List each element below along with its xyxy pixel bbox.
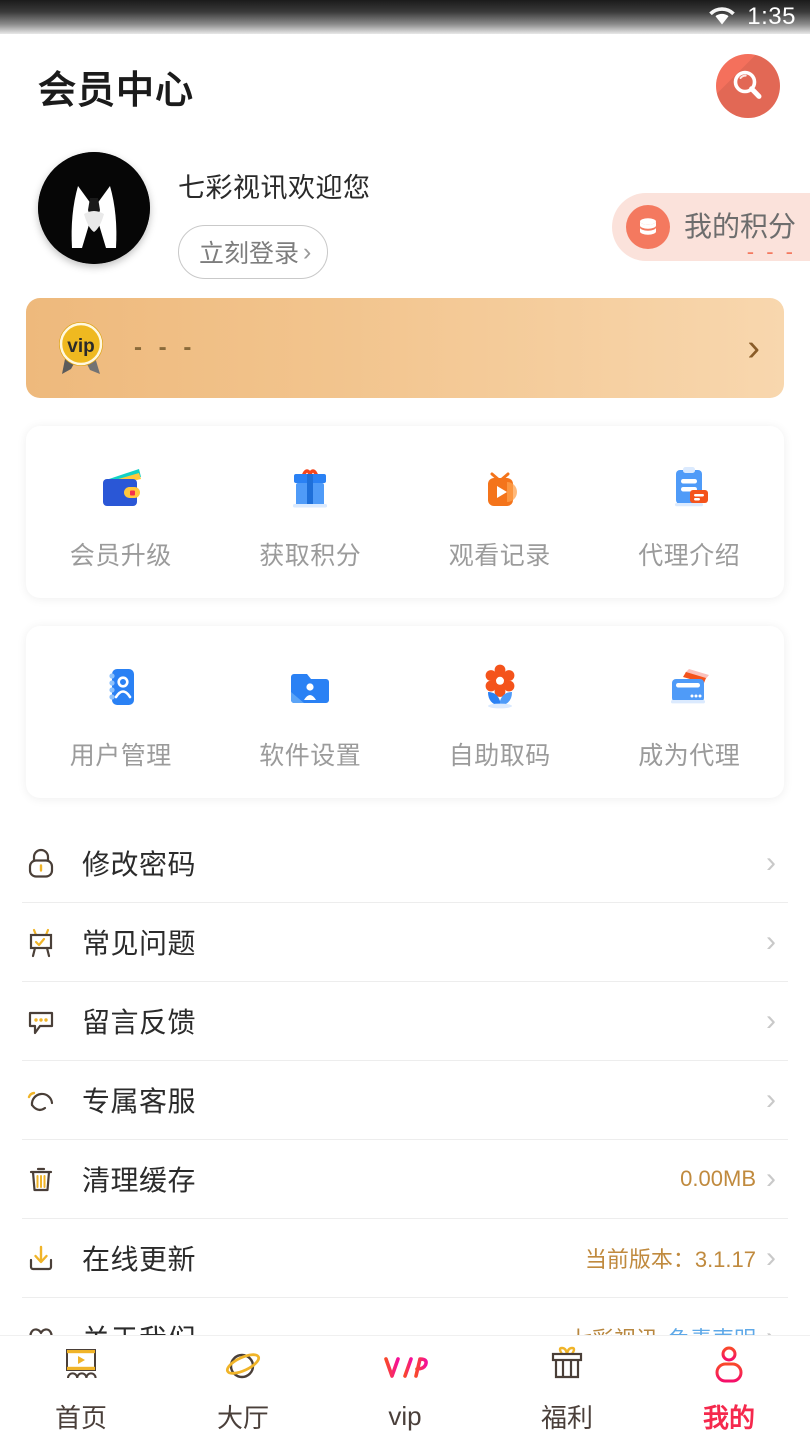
vip-medal-icon: vip [52, 316, 110, 380]
planet-icon [217, 1342, 269, 1390]
list-item-customer-service[interactable]: 专属客服 › [22, 1061, 788, 1140]
list-item-right: 0.00MB › [680, 1164, 788, 1194]
status-bar-time: 1:35 [747, 3, 796, 30]
version-value: 当前版本：3.1.17 [584, 1247, 756, 1272]
headset-icon [22, 1081, 60, 1119]
list-item-label: 在线更新 [82, 1244, 197, 1275]
chevron-right-icon: › [766, 1004, 776, 1037]
list-item-label: 专属客服 [82, 1086, 197, 1117]
nav-item-mine[interactable]: 我的 [648, 1342, 810, 1435]
grid-item-label: 自助取码 [448, 742, 551, 770]
wallet-icon [93, 458, 149, 514]
grid-item-watch-history[interactable]: 观看记录 [405, 458, 595, 572]
member-center-screen: 1:35 会员中心 七彩视讯欢迎您 立刻登录 › 我的积分 - - - vip … [0, 0, 810, 1440]
trash-icon [22, 1160, 60, 1198]
chevron-right-icon: › [303, 237, 312, 266]
list-item-label: 清理缓存 [82, 1165, 197, 1196]
chevron-right-icon: › [766, 1241, 776, 1274]
points-text-group: 我的积分 - - - [683, 211, 796, 265]
bottom-navigation: 首页 大厅 vip 福利 我的 [0, 1335, 810, 1440]
grid-item-label: 代理介绍 [638, 542, 741, 570]
grid-item-label: 会员升级 [69, 542, 172, 570]
comment-icon [22, 1002, 60, 1040]
lock-icon [22, 844, 60, 882]
list-item-feedback[interactable]: 留言反馈 › [22, 982, 788, 1061]
status-bar: 1:35 [0, 0, 810, 34]
easel-icon [22, 923, 60, 961]
list-item-label: 留言反馈 [82, 1007, 197, 1038]
nav-item-label: 福利 [540, 1402, 593, 1433]
chevron-right-icon: › [766, 846, 776, 879]
chevron-right-icon: › [766, 1083, 776, 1116]
card-envelope-icon [661, 658, 717, 714]
login-button-label: 立刻登录 [199, 240, 300, 268]
list-item-right: › [766, 1006, 788, 1036]
tv-play-icon [472, 458, 528, 514]
vip-icon [374, 1345, 436, 1393]
list-item-faq[interactable]: 常见问题 › [22, 903, 788, 982]
nav-item-vip[interactable]: vip [324, 1345, 486, 1432]
chevron-right-icon: › [766, 925, 776, 958]
nav-item-label: 大厅 [216, 1402, 269, 1433]
grid-item-membership-upgrade[interactable]: 会员升级 [26, 458, 216, 572]
chevron-right-icon: › [747, 327, 760, 369]
welcome-text: 七彩视讯欢迎您 [178, 173, 371, 203]
settings-list: 修改密码 › 常见问题 › 留言反馈 › 专属客服 › 清理缓存 0.00MB … [0, 824, 810, 1377]
grid-item-earn-points[interactable]: 获取积分 [216, 458, 406, 572]
contact-book-icon [93, 658, 149, 714]
gift-box-icon [541, 1342, 593, 1390]
grid-item-label: 软件设置 [259, 742, 362, 770]
my-points-pill[interactable]: 我的积分 - - - [611, 193, 810, 265]
download-icon [22, 1239, 60, 1277]
profile-section: 七彩视讯欢迎您 立刻登录 › 我的积分 - - - [0, 138, 810, 288]
quick-actions-grid-1: 会员升级 获取积分 观看记录 代理介绍 [26, 426, 784, 598]
list-item-right: › [766, 1085, 788, 1115]
list-item-right: › [766, 927, 788, 957]
gift-icon [282, 458, 338, 514]
list-item-right: › [766, 848, 788, 878]
search-icon[interactable] [716, 54, 780, 118]
grid-item-label: 观看记录 [448, 542, 551, 570]
list-item-online-update[interactable]: 在线更新 当前版本：3.1.17 › [22, 1219, 788, 1298]
flower-icon [472, 658, 528, 714]
login-button[interactable]: 立刻登录 › [178, 225, 329, 279]
nav-item-label: vip [388, 1400, 422, 1431]
coins-icon [625, 205, 670, 249]
list-item-label: 修改密码 [82, 849, 197, 880]
grid-item-user-management[interactable]: 用户管理 [26, 658, 216, 772]
svg-text:vip: vip [67, 336, 94, 357]
grid-item-label: 用户管理 [69, 742, 172, 770]
list-item-right: 当前版本：3.1.17 › [585, 1242, 788, 1274]
wifi-icon [707, 4, 737, 31]
grid-item-label: 成为代理 [638, 742, 741, 770]
avatar[interactable] [38, 152, 150, 264]
chevron-right-icon: › [766, 1162, 776, 1195]
page-title: 会员中心 [38, 69, 195, 112]
grid-item-label: 获取积分 [259, 542, 362, 570]
profile-info: 七彩视讯欢迎您 立刻登录 › [178, 152, 371, 288]
list-item-change-password[interactable]: 修改密码 › [22, 824, 788, 903]
grid-item-agent-intro[interactable]: 代理介绍 [595, 458, 785, 572]
user-folder-icon [282, 658, 338, 714]
grid-item-self-service-code[interactable]: 自助取码 [405, 658, 595, 772]
list-item-label: 常见问题 [82, 928, 197, 959]
quick-actions-grid-2: 用户管理 软件设置 自助取码 成为代理 [26, 626, 784, 798]
vip-level-value: - - - [134, 334, 197, 361]
person-icon [703, 1342, 755, 1390]
cache-size-value: 0.00MB [680, 1166, 756, 1191]
app-bar: 会员中心 [0, 34, 810, 138]
grid-item-software-settings[interactable]: 软件设置 [216, 658, 406, 772]
nav-item-label: 我的 [702, 1402, 755, 1433]
list-item-clear-cache[interactable]: 清理缓存 0.00MB › [22, 1140, 788, 1219]
nav-item-home[interactable]: 首页 [0, 1342, 162, 1435]
home-video-icon [55, 1342, 107, 1390]
clipboard-icon [661, 458, 717, 514]
vip-banner[interactable]: vip - - - › [26, 298, 784, 398]
grid-item-become-agent[interactable]: 成为代理 [595, 658, 785, 772]
nav-item-benefits[interactable]: 福利 [486, 1342, 648, 1435]
nav-item-hall[interactable]: 大厅 [162, 1342, 324, 1435]
points-label: 我的积分 [683, 211, 796, 242]
nav-item-label: 首页 [54, 1402, 107, 1433]
points-value: - - - [746, 239, 796, 264]
